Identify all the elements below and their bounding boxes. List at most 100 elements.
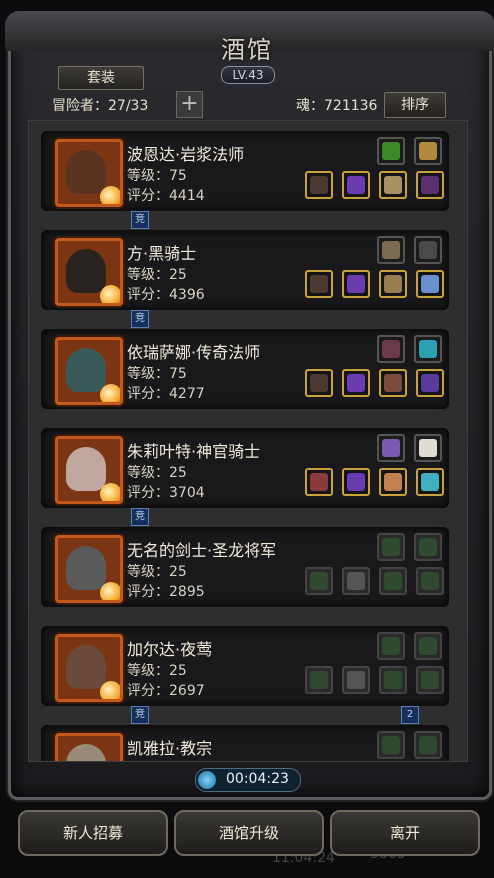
hero-face: [66, 249, 106, 293]
equipment-slot[interactable]: [342, 468, 370, 496]
equipment-slot[interactable]: [305, 567, 333, 595]
equipment-slot[interactable]: [416, 567, 444, 595]
equipment-slot[interactable]: [379, 369, 407, 397]
hero-portrait[interactable]: [55, 733, 123, 761]
equipment-slot[interactable]: [416, 468, 444, 496]
equipment-slot[interactable]: [305, 270, 333, 298]
equipment-slot[interactable]: [342, 270, 370, 298]
equipment-item-icon: [347, 374, 365, 392]
add-slot-button[interactable]: +: [176, 91, 203, 118]
hero-name: 波恩达·岩浆法师: [127, 145, 245, 164]
equipment-slot[interactable]: [416, 270, 444, 298]
equipment-slot[interactable]: [377, 731, 405, 759]
hero-portrait[interactable]: [55, 337, 123, 405]
element-orb-icon: [100, 681, 120, 699]
equipment-item-icon: [310, 275, 328, 293]
equipment-slot[interactable]: [379, 567, 407, 595]
page-title: 酒馆: [221, 36, 273, 64]
equipment-slot[interactable]: [414, 533, 442, 561]
equipment-item-icon: [310, 473, 328, 491]
equipment-slot[interactable]: [377, 137, 405, 165]
equipment-slot[interactable]: [305, 171, 333, 199]
equipment-slot[interactable]: [342, 567, 370, 595]
equipment-slot[interactable]: [414, 434, 442, 462]
equipment-item-icon: [419, 538, 437, 556]
hero-portrait[interactable]: [55, 139, 123, 207]
set-button[interactable]: 套装: [58, 66, 144, 90]
equipment-item-icon: [421, 572, 439, 590]
equipment-slot[interactable]: [377, 533, 405, 561]
hero-portrait[interactable]: [55, 634, 123, 702]
equipment-slot[interactable]: [379, 666, 407, 694]
equipment-slot[interactable]: [414, 236, 442, 264]
equipment-slot[interactable]: [305, 369, 333, 397]
hero-face: [66, 645, 106, 689]
equipment-item-icon: [384, 572, 402, 590]
equipment-item-icon: [382, 736, 400, 754]
tavern-upgrade-button[interactable]: 酒馆升级: [174, 810, 324, 856]
hero-name: 依瑞萨娜·传奇法师: [127, 343, 261, 362]
equipment-slot[interactable]: [342, 171, 370, 199]
equipment-slot[interactable]: [377, 632, 405, 660]
hero-portrait[interactable]: [55, 535, 123, 603]
recruit-timer: 00:04:23: [195, 768, 301, 792]
hero-portrait[interactable]: [55, 436, 123, 504]
hero-list[interactable]: 波恩达·岩浆法师 等级：75 评分：4414 竞方·黑骑士 等级：25 评分：4396 竞依…: [28, 120, 468, 762]
hero-card[interactable]: 无名的剑士·圣龙将军 等级：25 评分：2895: [41, 527, 449, 607]
hero-face: [66, 744, 106, 761]
hero-card[interactable]: 依瑞萨娜·传奇法师 等级：75 评分：4277: [41, 329, 449, 409]
hero-card[interactable]: 凯雅拉·教宗: [41, 725, 449, 761]
hero-portrait[interactable]: [55, 238, 123, 306]
element-orb-icon: [100, 483, 120, 501]
equipment-item-icon: [421, 176, 439, 194]
equipment-slot[interactable]: [377, 236, 405, 264]
sort-button[interactable]: 排序: [384, 92, 446, 118]
leave-button[interactable]: 离开: [330, 810, 480, 856]
hero-level: 等级：25: [127, 663, 187, 679]
equipment-item-icon: [310, 176, 328, 194]
equipment-item-icon: [347, 275, 365, 293]
equipment-slot[interactable]: [305, 468, 333, 496]
equipment-item-icon: [419, 736, 437, 754]
equipment-slot[interactable]: [379, 171, 407, 199]
hero-name: 朱莉叶特·神官骑士: [127, 442, 261, 461]
hero-card[interactable]: 加尔达·夜莺 等级：25 评分：2697: [41, 626, 449, 706]
equipment-slot[interactable]: [377, 335, 405, 363]
arena-tag: 竞: [131, 211, 149, 229]
equipment-item-icon: [347, 473, 365, 491]
equipment-slot[interactable]: [414, 335, 442, 363]
equipment-slot[interactable]: [416, 666, 444, 694]
equipment-item-icon: [384, 275, 402, 293]
hero-score: 评分：4414: [127, 188, 205, 204]
equipment-slot[interactable]: [414, 137, 442, 165]
recruit-button[interactable]: 新人招募: [18, 810, 168, 856]
hourglass-icon: [198, 771, 216, 789]
equipment-item-icon: [382, 637, 400, 655]
equipment-item-icon: [421, 275, 439, 293]
hero-card[interactable]: 波恩达·岩浆法师 等级：75 评分：4414: [41, 131, 449, 211]
equipment-slot[interactable]: [379, 468, 407, 496]
equipment-item-icon: [382, 142, 400, 160]
equipment-item-icon: [419, 637, 437, 655]
tavern-level-badge: LV.43: [221, 66, 275, 84]
hero-name: 加尔达·夜莺: [127, 640, 213, 659]
hero-card[interactable]: 朱莉叶特·神官骑士 等级：25 评分：3704: [41, 428, 449, 508]
equipment-slot[interactable]: [414, 632, 442, 660]
equipment-item-icon: [419, 439, 437, 457]
equipment-slot[interactable]: [414, 731, 442, 759]
equipment-slot[interactable]: [377, 434, 405, 462]
equipment-item-icon: [419, 340, 437, 358]
equipment-slot[interactable]: [342, 369, 370, 397]
equipment-slot[interactable]: [416, 171, 444, 199]
hero-name: 方·黑骑士: [127, 244, 197, 263]
hero-score: 评分：3704: [127, 485, 205, 501]
element-orb-icon: [100, 186, 120, 204]
equipment-item-icon: [384, 374, 402, 392]
equipment-slot[interactable]: [379, 270, 407, 298]
equipment-slot[interactable]: [342, 666, 370, 694]
equipment-slot[interactable]: [416, 369, 444, 397]
adventurer-count: 冒险者：27/33: [52, 98, 149, 114]
equipment-slot[interactable]: [305, 666, 333, 694]
hero-card[interactable]: 方·黑骑士 等级：25 评分：4396: [41, 230, 449, 310]
hero-face: [66, 447, 106, 491]
